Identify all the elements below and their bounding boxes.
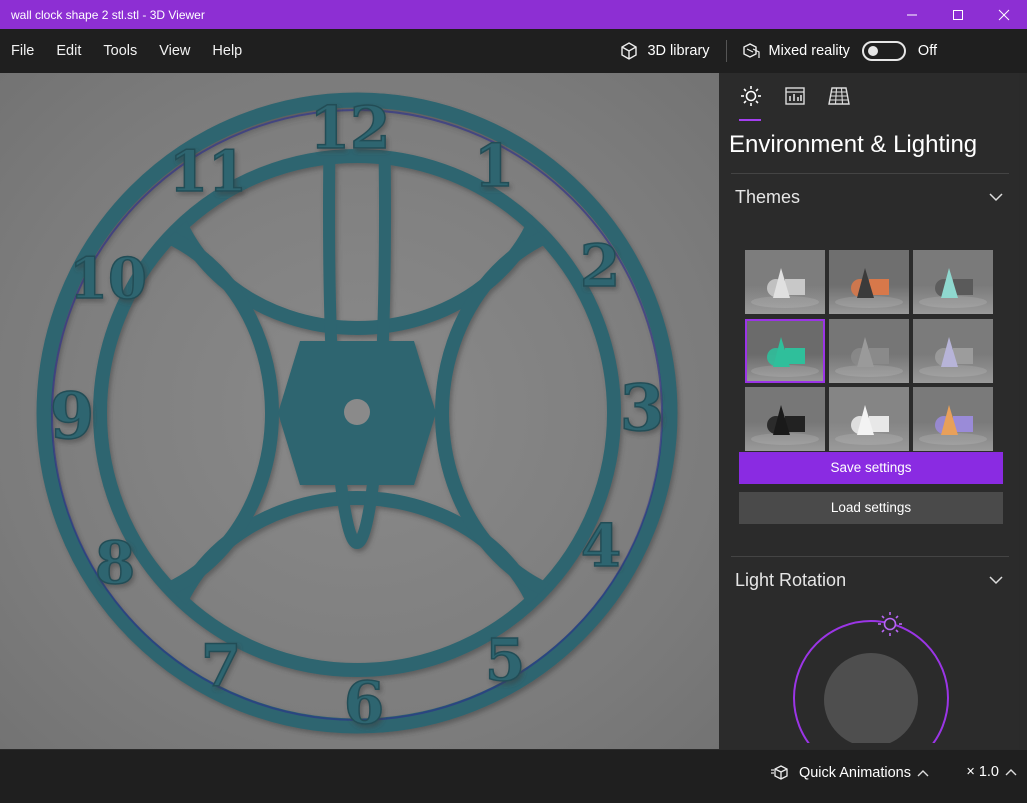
- maximize-button[interactable]: [935, 0, 981, 29]
- center-hole: [344, 399, 370, 425]
- theme-swatch[interactable]: [745, 387, 825, 452]
- mixed-reality-state: Off: [917, 43, 937, 59]
- chevron-up-icon: [917, 770, 929, 777]
- cube-icon: [621, 42, 638, 60]
- numeral-10: 10: [69, 246, 147, 312]
- light-rotation-control[interactable]: [719, 603, 1019, 749]
- window-title: wall clock shape 2 stl.stl - 3D Viewer: [11, 7, 205, 22]
- menu-edit[interactable]: Edit: [45, 29, 92, 73]
- theme-swatch[interactable]: [829, 318, 909, 383]
- close-icon: [998, 9, 1010, 20]
- menu-file[interactable]: File: [0, 29, 45, 73]
- light-rotation-label: Light Rotation: [735, 569, 847, 590]
- mixed-reality-label: Mixed reality: [768, 43, 850, 59]
- theme-swatch[interactable]: [913, 250, 993, 314]
- save-settings-button[interactable]: Save settings: [739, 452, 1003, 484]
- title-bar: wall clock shape 2 stl.stl - 3D Viewer: [0, 0, 1027, 29]
- stats-icon: [785, 87, 805, 105]
- 3d-viewport[interactable]: 12 1 2 3 4 5 6 7 8 9 10 11: [0, 73, 719, 749]
- 3d-library-label: 3D library: [647, 43, 710, 59]
- chevron-down-icon: [989, 576, 1003, 585]
- numeral-5: 5: [485, 626, 525, 694]
- numeral-12: 12: [310, 94, 391, 162]
- themes-grid: [719, 220, 1019, 452]
- minimize-button[interactable]: [889, 0, 935, 29]
- load-settings-button[interactable]: Load settings: [739, 492, 1003, 524]
- tab-stats[interactable]: [773, 85, 817, 121]
- maximize-icon: [953, 9, 963, 20]
- numeral-1: 1: [474, 132, 514, 200]
- 3d-library-button[interactable]: 3D library: [619, 41, 725, 61]
- numeral-6: 6: [344, 669, 384, 737]
- chevron-down-icon: [989, 193, 1003, 202]
- numeral-8: 8: [95, 529, 135, 597]
- bottom-bar: Quick Animations × 1.0: [0, 749, 1027, 803]
- chevron-up-icon: [1005, 769, 1017, 776]
- theme-swatch[interactable]: [829, 387, 909, 452]
- menu-bar: File Edit Tools View Help 3D library Mix…: [0, 29, 1027, 73]
- numeral-11: 11: [169, 139, 247, 205]
- theme-swatch[interactable]: [913, 387, 993, 452]
- numeral-2: 2: [580, 232, 620, 300]
- grid-icon: [828, 87, 850, 105]
- mixed-reality-icon: [742, 43, 760, 58]
- light-rotation-header[interactable]: Light Rotation: [719, 557, 1019, 603]
- themes-header[interactable]: Themes: [719, 174, 1019, 220]
- speed-label: × 1.0: [966, 764, 999, 780]
- tab-environment[interactable]: [729, 85, 773, 121]
- menu-divider: [725, 40, 727, 62]
- numeral-9: 9: [50, 379, 95, 454]
- menu-tools[interactable]: Tools: [92, 29, 148, 73]
- minimize-icon: [907, 14, 917, 15]
- theme-swatch[interactable]: [829, 250, 909, 314]
- numeral-4: 4: [581, 512, 621, 580]
- scroll-strip: [1019, 73, 1027, 749]
- close-button[interactable]: [981, 0, 1027, 29]
- animation-cube-icon: [770, 765, 788, 780]
- mixed-reality-toggle[interactable]: [861, 41, 906, 61]
- mixed-reality-button[interactable]: Mixed reality: [741, 41, 850, 61]
- menu-view[interactable]: View: [148, 29, 201, 73]
- clock-model[interactable]: 12 1 2 3 4 5 6 7 8 9 10 11: [0, 73, 719, 749]
- themes-label: Themes: [735, 186, 801, 207]
- theme-swatch[interactable]: [913, 318, 993, 383]
- panel-heading: Environment & Lighting: [729, 131, 978, 158]
- theme-swatch[interactable]: [745, 250, 825, 314]
- tab-grid[interactable]: [817, 85, 861, 121]
- theme-swatch[interactable]: [745, 318, 825, 383]
- numeral-3: 3: [620, 371, 665, 446]
- quick-animations-button[interactable]: Quick Animations: [770, 764, 937, 782]
- numeral-7: 7: [201, 632, 241, 700]
- quick-animations-label: Quick Animations: [798, 765, 911, 781]
- toggle-knob: [867, 46, 878, 56]
- light-sphere: [824, 653, 918, 747]
- menu-help[interactable]: Help: [201, 29, 253, 73]
- sun-icon: [741, 86, 761, 106]
- side-panel: Environment & Lighting Themes Save setti…: [719, 73, 1019, 749]
- animation-speed-button[interactable]: × 1.0: [966, 764, 1017, 780]
- light-handle-sun-icon[interactable]: [878, 612, 902, 636]
- panel-tabs: [719, 73, 1019, 121]
